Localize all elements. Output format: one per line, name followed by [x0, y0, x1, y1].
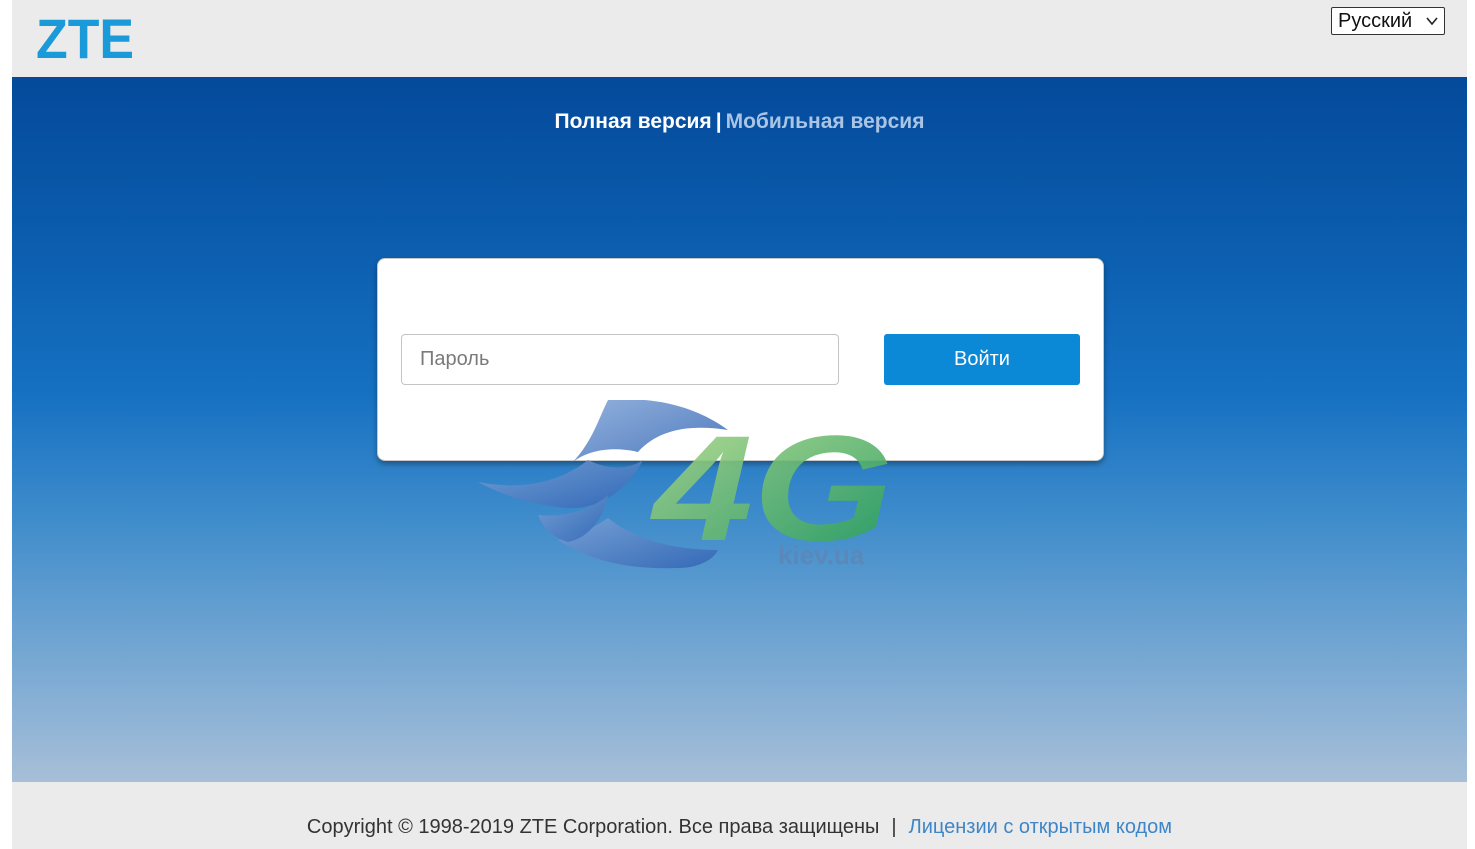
login-page: ZTE Русский Полная версия | Мобильная верс… — [12, 0, 1467, 849]
login-button[interactable]: Войти — [884, 334, 1080, 385]
full-version-link[interactable]: Полная версия — [555, 110, 712, 133]
password-input[interactable] — [401, 334, 839, 385]
watermark-flame-shape — [558, 518, 718, 569]
hero-area: Полная версия | Мобильная версия Войти 4… — [12, 77, 1467, 782]
chevron-down-icon — [1426, 17, 1438, 26]
version-switch: Полная версия | Мобильная версия — [12, 110, 1467, 134]
language-select[interactable]: Русский — [1331, 7, 1445, 35]
open-source-licenses-link[interactable]: Лицензии с открытым кодом — [909, 816, 1172, 838]
copyright-text: Copyright © 1998-2019 ZTE Corporation. В… — [306, 816, 880, 838]
watermark-flame-shape — [478, 460, 643, 509]
version-separator: | — [715, 110, 722, 133]
zte-logo: ZTE — [36, 10, 134, 62]
svg-text:kiev.ua: kiev.ua — [778, 540, 865, 570]
footer-separator: | — [891, 816, 897, 838]
login-card: Войти — [377, 258, 1104, 461]
watermark-flame-shape — [538, 495, 608, 542]
header: ZTE Русский — [12, 0, 1467, 77]
svg-text:ZTE: ZTE — [36, 10, 134, 62]
footer: Copyright © 1998-2019 ZTE Corporation. В… — [12, 782, 1467, 849]
language-select-value: Русский — [1338, 9, 1413, 32]
footer-text: Copyright © 1998-2019 ZTE Corporation. В… — [12, 816, 1467, 839]
mobile-version-link[interactable]: Мобильная версия — [726, 110, 925, 133]
